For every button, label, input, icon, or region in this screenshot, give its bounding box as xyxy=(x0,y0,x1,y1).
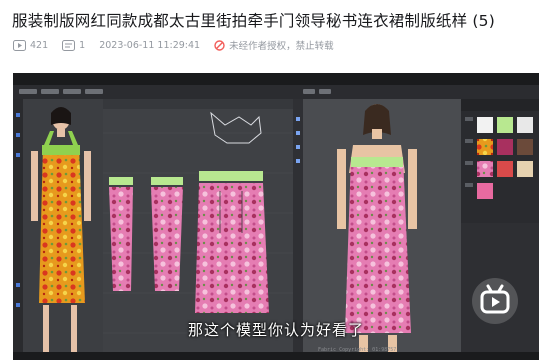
forbidden-icon xyxy=(214,39,225,51)
video-player[interactable]: 那这个模型你认为好看了 Fabric Copyright: 01:98757 xyxy=(13,73,539,360)
comments-stat: 1 xyxy=(62,39,86,51)
publish-datetime: 2023-06-11 11:29:41 xyxy=(99,39,201,51)
video-frame xyxy=(13,73,539,360)
views-stat: 421 xyxy=(13,39,49,51)
page-title: 服装制版网红同款成都太古里街拍牵手门领导秘书连衣裙制版纸样 (5) xyxy=(12,12,495,30)
play-count-icon xyxy=(13,39,26,51)
copyright-notice: 未经作者授权，禁止转载 xyxy=(214,38,334,52)
fabric-copyright: Fabric Copyright: 01:98757 xyxy=(318,347,397,353)
danmaku-icon xyxy=(62,39,76,51)
views-count: 421 xyxy=(30,39,49,51)
video-meta: 421 1 2023-06-11 11:29:41 未经作者授权，禁止转载 xyxy=(13,38,348,52)
comments-count: 1 xyxy=(79,39,86,51)
video-subtitle: 那这个模型你认为好看了 xyxy=(187,321,364,339)
tv-icon xyxy=(480,284,510,314)
bilibili-logo xyxy=(472,278,518,324)
copyright-text: 未经作者授权，禁止转载 xyxy=(229,41,334,52)
